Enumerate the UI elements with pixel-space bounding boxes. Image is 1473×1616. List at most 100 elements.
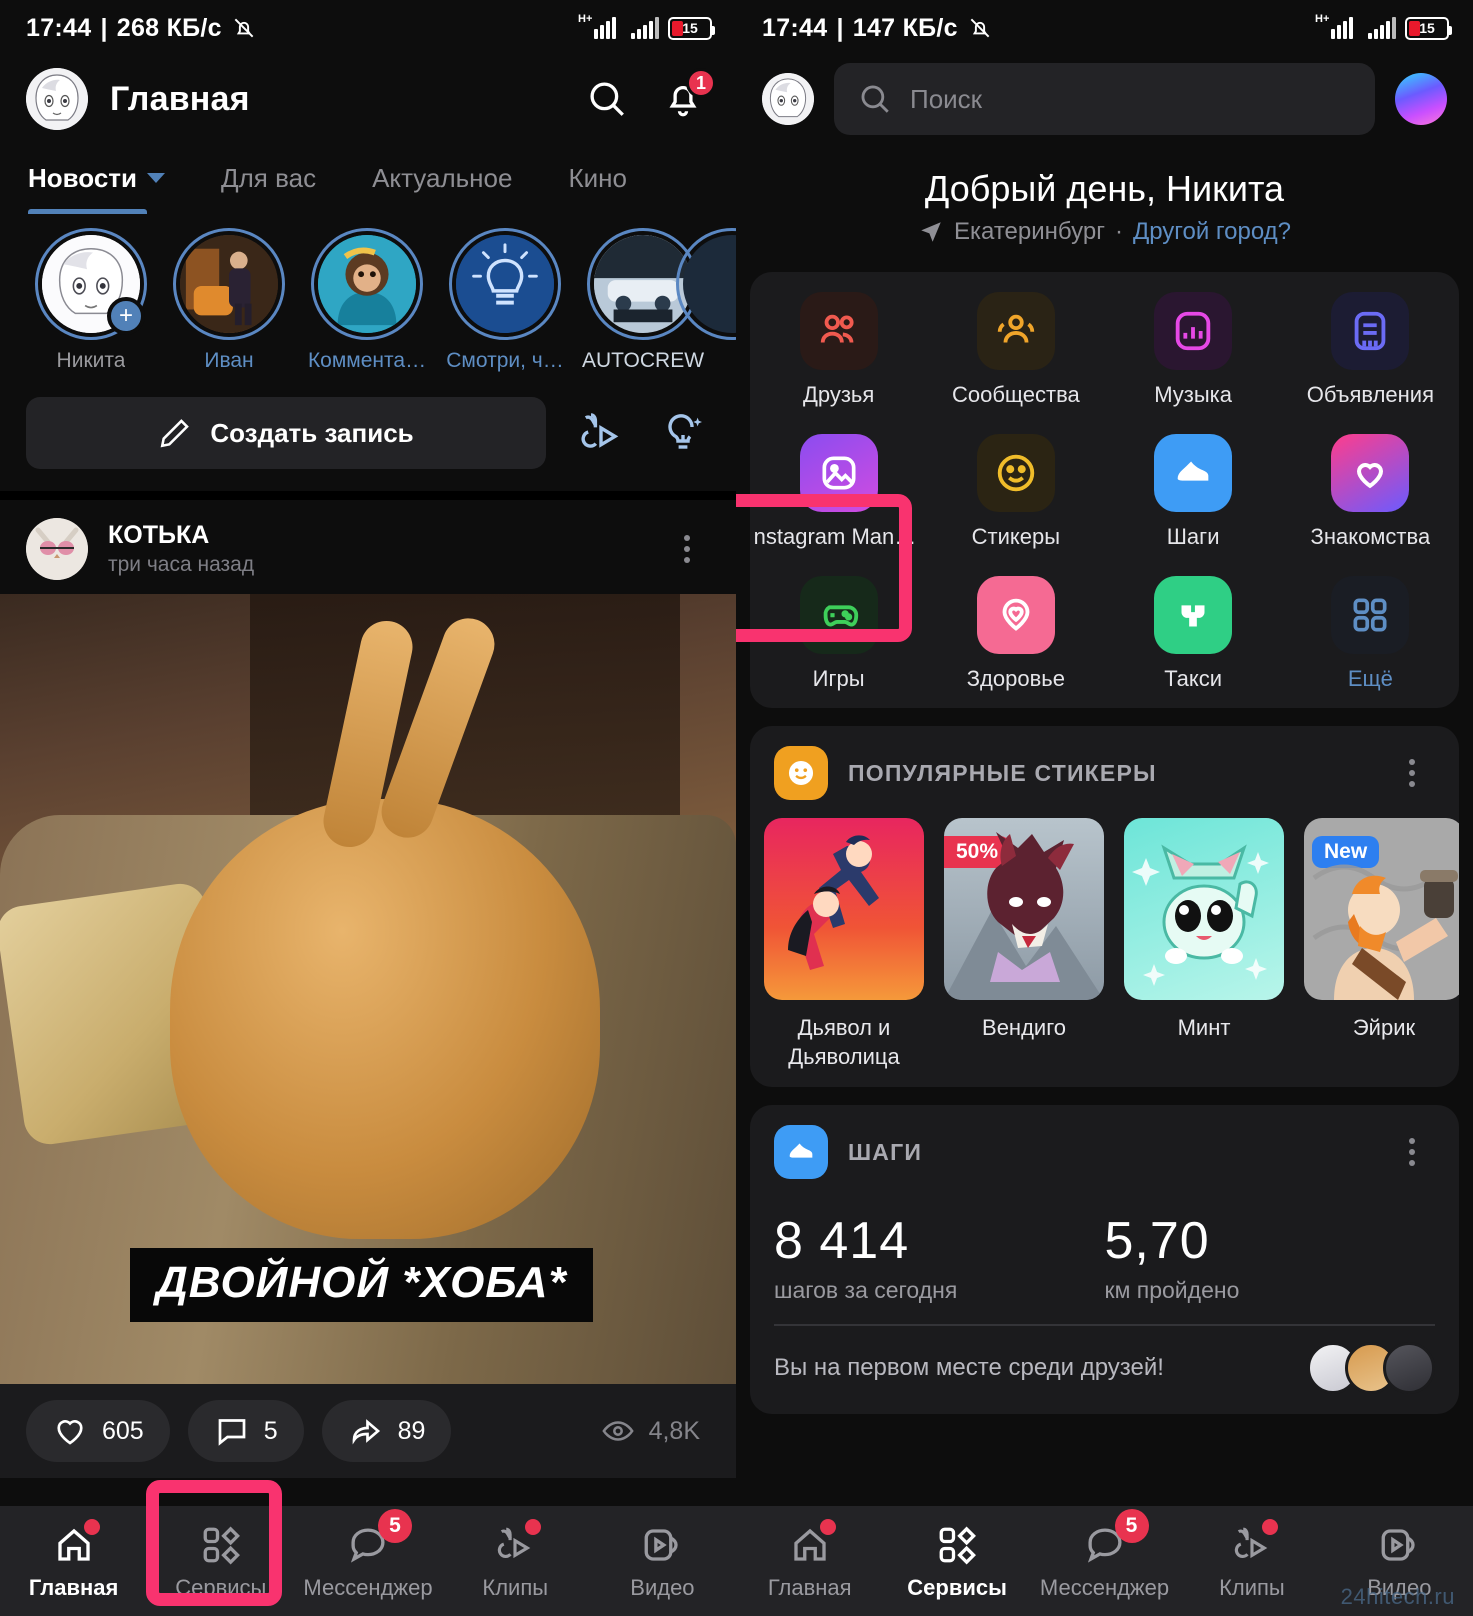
story-item-commenta[interactable]: Коммента… <box>298 228 436 373</box>
service-groups[interactable]: Сообщества <box>927 292 1104 408</box>
section-title: ПОПУЛЯРНЫЕ СТИКЕРЫ <box>848 759 1157 786</box>
battery-icon: 15 <box>1405 16 1452 40</box>
avatar[interactable] <box>26 68 88 130</box>
create-post-row: Создать запись <box>0 383 736 500</box>
section-title: ШАГИ <box>848 1138 923 1165</box>
search-icon[interactable] <box>580 72 634 126</box>
like-button[interactable]: 605 <box>26 1400 170 1462</box>
nav-item-servisy[interactable]: Сервисы <box>883 1521 1030 1601</box>
sticker-pack-item[interactable]: 50% Вендиго <box>944 818 1104 1071</box>
add-story-plus-icon[interactable]: + <box>107 297 145 335</box>
tab-aktualnoe[interactable]: Актуальное <box>372 142 512 214</box>
tab-novosti[interactable]: Новости <box>28 142 166 214</box>
steps-rank-row[interactable]: Вы на первом месте среди друзей! <box>750 1326 1459 1398</box>
nav-item-messenger[interactable]: 5 Мессенджер <box>294 1509 441 1601</box>
status-time: 17:44 <box>762 13 828 42</box>
friend-avatars <box>1307 1342 1435 1395</box>
battery-icon: 15 <box>668 16 715 40</box>
bottom-nav-left: Главная Сервисы 5 Мессенджер Клипы Видео <box>0 1506 736 1616</box>
sticker-pack-item[interactable]: New Эйрик <box>1304 818 1459 1071</box>
service-label: Игры <box>812 666 865 691</box>
service-dating[interactable]: Знакомства <box>1282 434 1459 550</box>
nav-item-video[interactable]: Видео <box>589 1521 736 1601</box>
nav-item-messenger[interactable]: 5 Мессенджер <box>1031 1509 1178 1601</box>
page-title: Главная <box>110 79 250 118</box>
popular-stickers-card: ПОПУЛЯРНЫЕ СТИКЕРЫ Дьявол и Дьяволица 50… <box>750 726 1459 1088</box>
search-input[interactable]: Поиск <box>834 63 1375 135</box>
story-item-ivan[interactable]: Иван <box>160 228 298 373</box>
status-network-speed: 147 КБ/c <box>852 13 958 42</box>
service-label: nstagram Manag… <box>753 524 924 549</box>
nav-dot-indicator <box>83 1519 100 1535</box>
service-friends[interactable]: Друзья <box>750 292 927 408</box>
screenshot-root: 17:44 | 268 КБ/c H+ 15 Главная 1 Новости… <box>0 0 1473 1616</box>
story-item-next-partial[interactable] <box>676 228 736 373</box>
assistant-orb-icon[interactable] <box>1395 73 1447 125</box>
sticker-pack-item[interactable]: Дьявол и Дьяволица <box>764 818 924 1071</box>
sticker-name: Вендиго <box>982 1015 1066 1040</box>
signal-bars-2-icon <box>1368 17 1396 39</box>
service-label: Стикеры <box>971 524 1061 549</box>
service-ads[interactable]: Объявления <box>1282 292 1459 408</box>
home-icon <box>786 1519 836 1569</box>
create-post-button[interactable]: Создать запись <box>26 397 546 469</box>
stickers-row[interactable]: Дьявол и Дьяволица 50% Вендиго Минт New … <box>750 818 1459 1071</box>
nav-item-klipy[interactable]: Клипы <box>1178 1519 1325 1601</box>
service-music[interactable]: Музыка <box>1105 292 1282 408</box>
service-health[interactable]: Здоровье <box>927 576 1104 692</box>
sticker-name: Эйрик <box>1352 1015 1416 1040</box>
story-item-self[interactable]: + Никита <box>22 228 160 373</box>
nav-label: Сервисы <box>907 1575 1007 1600</box>
more-vertical-icon[interactable] <box>664 526 710 572</box>
greeting-block: Добрый день, Никита Екатеринбург · Друго… <box>736 142 1473 254</box>
more-vertical-icon[interactable] <box>1389 750 1435 796</box>
smiley-icon <box>976 434 1055 512</box>
grid-more-icon <box>1331 576 1410 654</box>
distance-value: 5,70 <box>1104 1212 1210 1271</box>
post-author-name[interactable]: КОТЬКА <box>108 521 644 550</box>
service-label: Сообщества <box>951 382 1080 407</box>
bell-icon[interactable]: 1 <box>656 68 716 126</box>
health-icon <box>976 576 1055 654</box>
service-taxi[interactable]: Такси <box>1105 576 1282 692</box>
service-steps[interactable]: Шаги <box>1105 434 1282 550</box>
story-label: Коммента… <box>307 349 427 372</box>
steps-card: ШАГИ 8 414 шагов за сегодня 5,70 км прой… <box>750 1105 1459 1415</box>
sticker-name: Дьявол и Дьяволица <box>788 1015 900 1069</box>
stories-row[interactable]: + Никита Иван Коммента… Смотри, ч… AUTOC… <box>0 214 736 383</box>
tab-dlya-vas[interactable]: Для вас <box>221 142 316 214</box>
service-instagram-manager[interactable]: nstagram Manag… <box>750 434 927 550</box>
comment-button[interactable]: 5 <box>187 1400 304 1462</box>
avatar[interactable] <box>762 73 814 125</box>
story-label: AUTOCREW <box>581 349 705 372</box>
nav-item-glavnaya[interactable]: Главная <box>736 1519 883 1601</box>
service-more[interactable]: Ещё <box>1282 576 1459 692</box>
heart-icon <box>57 1420 83 1445</box>
post-author-avatar[interactable] <box>26 518 88 580</box>
service-label: Музыка <box>1154 382 1233 407</box>
sticker-pack-item[interactable]: Минт <box>1124 818 1284 1071</box>
lightbulb-sparkle-icon[interactable] <box>656 406 710 460</box>
chevron-down-icon[interactable] <box>147 173 166 183</box>
clips-icon[interactable] <box>574 406 628 460</box>
nav-item-servisy[interactable]: Сервисы <box>147 1521 294 1601</box>
sticker-art: 50% <box>944 818 1104 1000</box>
share-button[interactable]: 89 <box>321 1400 452 1462</box>
nav-item-klipy[interactable]: Клипы <box>442 1519 589 1601</box>
nav-item-glavnaya[interactable]: Главная <box>0 1519 147 1601</box>
messenger-icon: 5 <box>344 1509 412 1569</box>
status-right-group: H+ 15 <box>1315 13 1452 40</box>
steps-label: шагов за сегодня <box>774 1277 958 1304</box>
service-stickers[interactable]: Стикеры <box>927 434 1104 550</box>
left-app-header: Главная 1 <box>0 56 736 142</box>
story-item-smotri[interactable]: Смотри, ч… <box>436 228 574 373</box>
watermark: 24hitech.ru <box>1340 1584 1455 1609</box>
post-image[interactable]: ДВОЙНОЙ *ХОБА* <box>0 594 736 1384</box>
sticker-name: Минт <box>1177 1015 1231 1040</box>
service-games[interactable]: Игры <box>750 576 927 692</box>
change-city-link[interactable]: Другой город? <box>1133 218 1291 246</box>
tab-kino[interactable]: Кино <box>568 142 627 214</box>
services-icon <box>197 1521 245 1569</box>
status-left-group: 17:44 | 268 КБ/c <box>26 14 257 43</box>
more-vertical-icon[interactable] <box>1389 1129 1435 1175</box>
